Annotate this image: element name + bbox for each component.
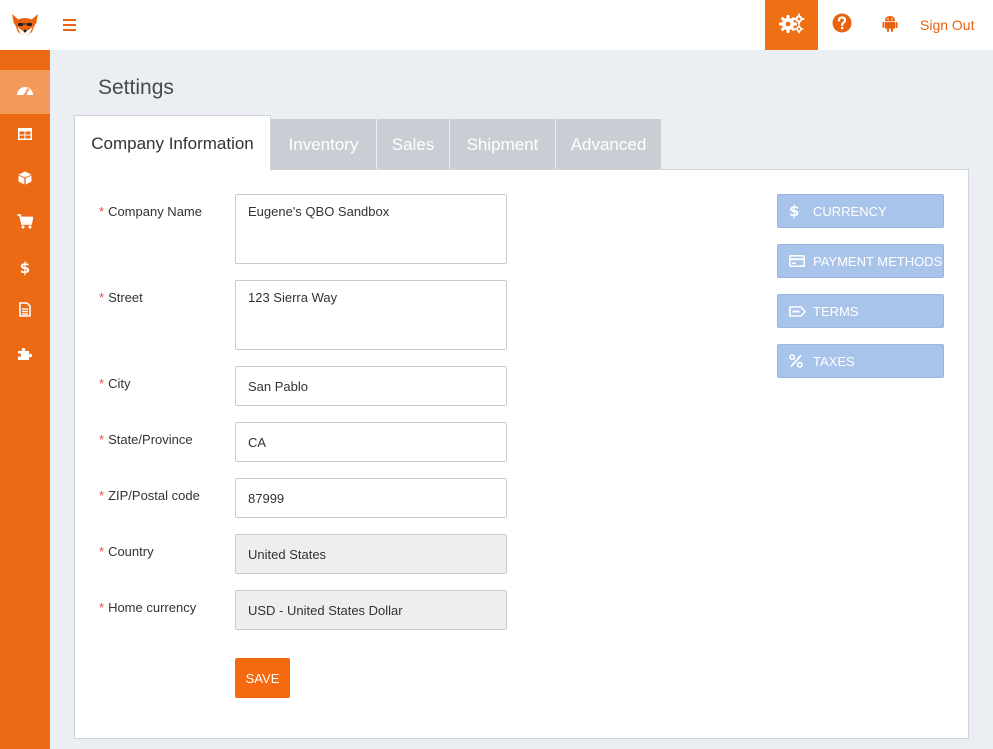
tab-sales[interactable]: Sales xyxy=(377,119,449,170)
percent-icon xyxy=(789,354,807,368)
street-field[interactable]: 123 Sierra Way xyxy=(235,280,507,350)
country-label: * Country xyxy=(99,544,154,559)
sidebar-item-documents[interactable] xyxy=(0,290,50,334)
hamburger-icon[interactable] xyxy=(63,16,79,34)
company-name-field[interactable]: Eugene's QBO Sandbox xyxy=(235,194,507,264)
cart-icon xyxy=(17,214,34,234)
zip-field[interactable]: 87999 xyxy=(235,478,507,518)
question-circle-icon xyxy=(832,13,852,38)
puzzle-icon xyxy=(17,346,33,366)
gears-icon xyxy=(778,12,805,39)
company-name-label: * Company Name xyxy=(99,204,202,219)
dollar-icon: $ xyxy=(19,259,31,277)
tag-icon xyxy=(789,305,807,317)
sign-out-link[interactable]: Sign Out xyxy=(920,0,974,50)
sidebar-item-inventory[interactable] xyxy=(0,158,50,202)
city-field[interactable]: San Pablo xyxy=(235,366,507,406)
sidebar-item-integrations[interactable] xyxy=(0,334,50,378)
state-field[interactable]: CA xyxy=(235,422,507,462)
help-button[interactable] xyxy=(818,0,866,50)
tab-company-information[interactable]: Company Information xyxy=(74,115,271,171)
dollar-icon: $ xyxy=(789,202,800,220)
terms-button[interactable]: TERMS xyxy=(777,294,944,328)
currency-button[interactable]: $ CURRENCY xyxy=(777,194,944,228)
sidebar: $ xyxy=(0,50,50,749)
sidebar-item-table[interactable] xyxy=(0,114,50,158)
fox-logo-icon[interactable] xyxy=(10,10,40,40)
page-title: Settings xyxy=(98,76,174,99)
sidebar-item-dashboard[interactable] xyxy=(0,70,50,114)
table-icon xyxy=(18,127,32,145)
state-label: * State/Province xyxy=(99,432,193,447)
taxes-button[interactable]: TAXES xyxy=(777,344,944,378)
tab-advanced[interactable]: Advanced xyxy=(556,119,661,170)
settings-button[interactable] xyxy=(765,0,818,50)
home-currency-label: * Home currency xyxy=(99,600,197,615)
credit-card-icon xyxy=(789,255,807,267)
payment-methods-button[interactable]: PAYMENT METHODS xyxy=(777,244,944,278)
home-currency-field: USD - United States Dollar xyxy=(235,590,507,630)
tab-shipment[interactable]: Shipment xyxy=(450,119,555,170)
android-button[interactable] xyxy=(866,0,914,50)
zip-label: * ZIP/Postal code xyxy=(99,488,200,503)
sidebar-item-finance[interactable]: $ xyxy=(0,246,50,290)
sidebar-item-cart[interactable] xyxy=(0,202,50,246)
document-icon xyxy=(19,302,31,322)
country-field: United States xyxy=(235,534,507,574)
android-icon xyxy=(882,14,898,37)
cube-icon xyxy=(18,171,32,190)
dashboard-icon xyxy=(16,83,34,102)
city-label: * City xyxy=(99,376,131,391)
top-bar: Sign Out xyxy=(0,0,993,50)
street-label: * Street xyxy=(99,290,143,305)
save-button[interactable]: SAVE xyxy=(235,658,290,698)
tab-inventory[interactable]: Inventory xyxy=(271,119,376,170)
